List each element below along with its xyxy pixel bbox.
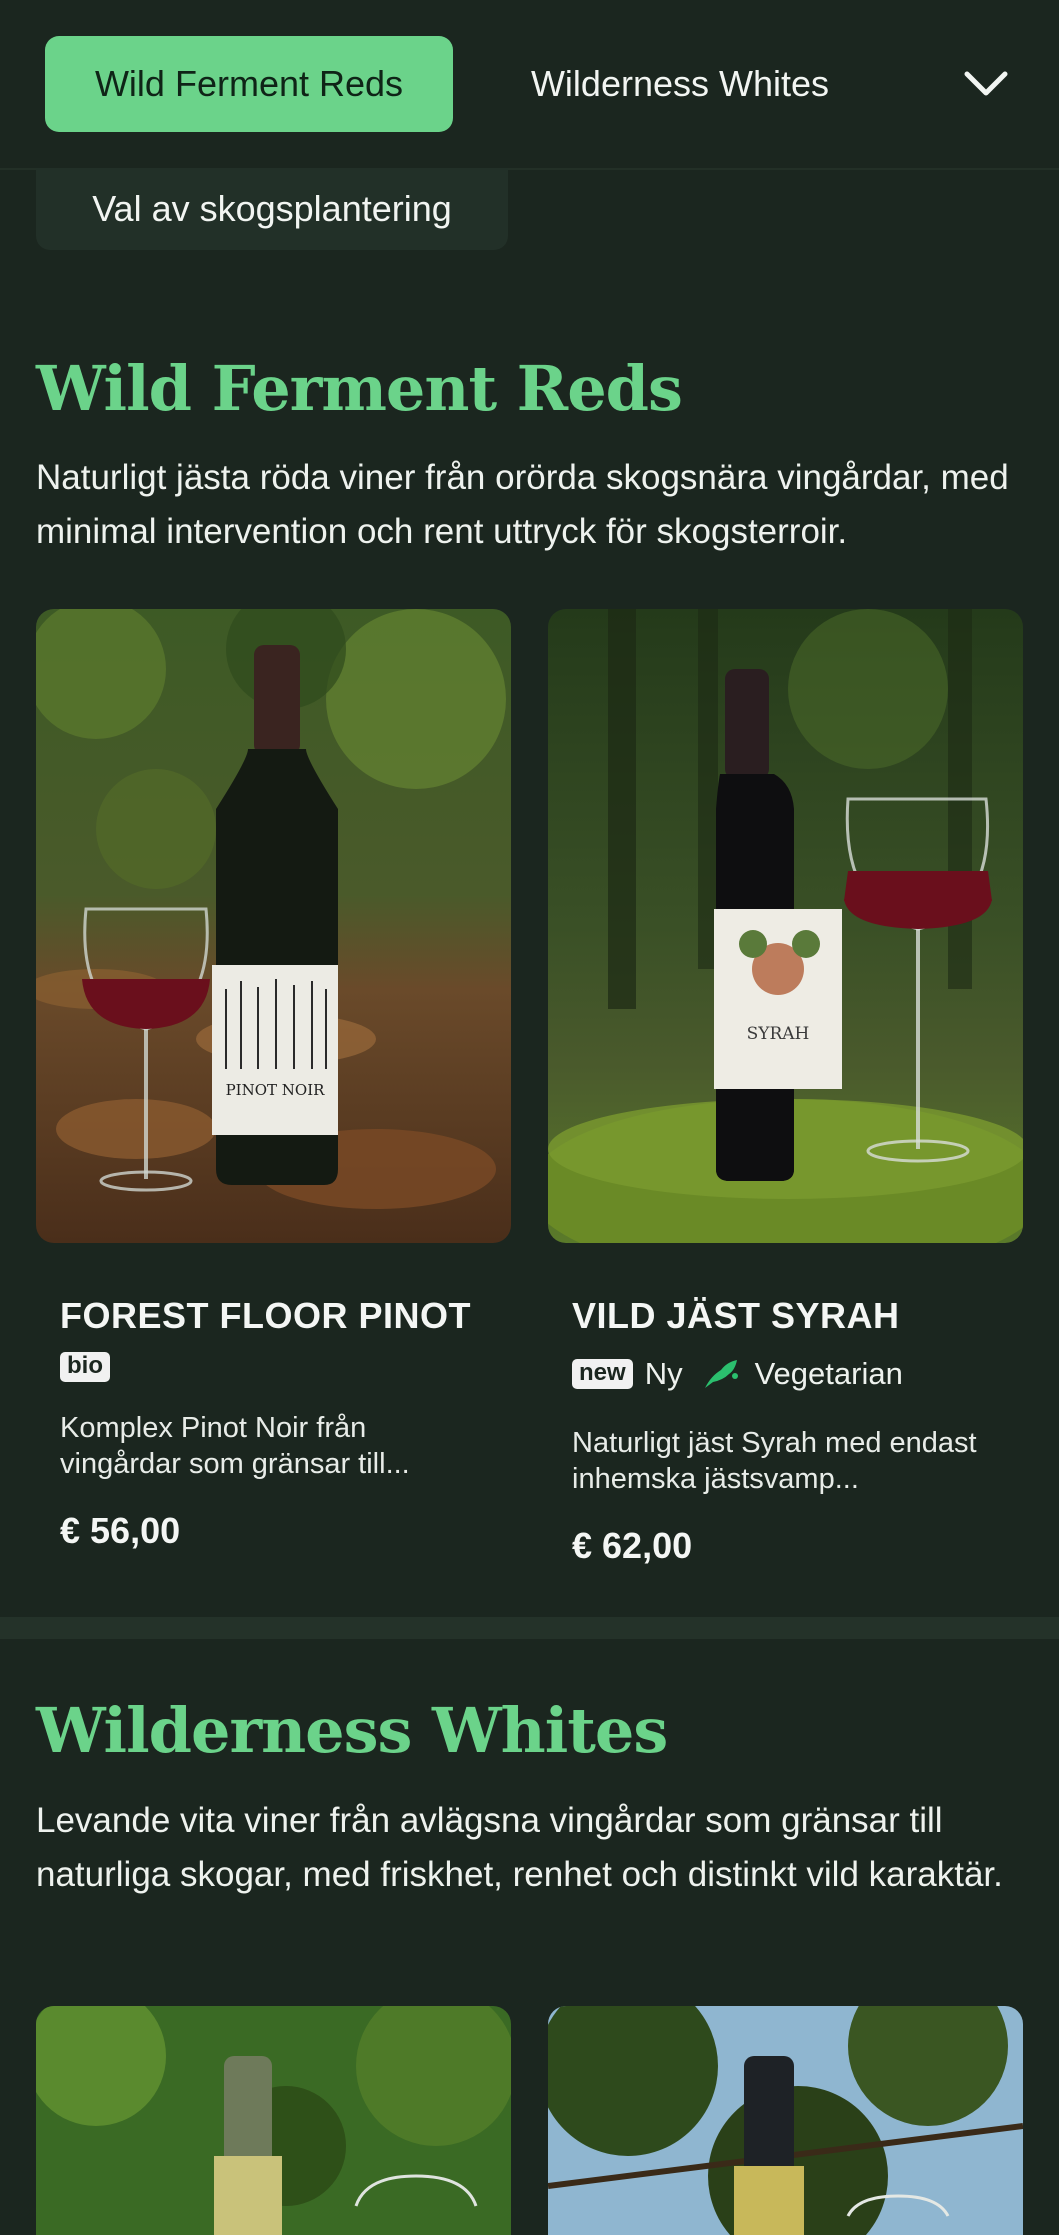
category-nav: Wild Ferment Reds Wilderness Whites [0, 0, 1059, 170]
product-name[interactable]: FOREST FLOOR PINOT [60, 1295, 471, 1337]
bio-badge: bio [60, 1352, 110, 1382]
product-tags: bio [60, 1352, 110, 1382]
tab-wilderness-whites[interactable]: Wilderness Whites [490, 36, 870, 132]
new-badge: new [572, 1359, 633, 1389]
bottle-label-text: SYRAH [747, 1024, 810, 1044]
product-image-white-2[interactable] [548, 2006, 1023, 2235]
product-image-white-1[interactable] [36, 2006, 511, 2235]
section-divider [0, 1617, 1059, 1639]
product-tags: new Ny Vegetarian [572, 1356, 903, 1392]
product-name[interactable]: VILD JÄST SYRAH [572, 1295, 900, 1337]
vegetarian-icon [701, 1356, 743, 1392]
chevron-down-icon[interactable] [958, 60, 1014, 108]
product-price: € 56,00 [60, 1510, 181, 1551]
bottle-label-text: PINOT NOIR [226, 1081, 326, 1099]
product-description: Naturligt jäst Syrah med endast inhemska… [572, 1427, 977, 1495]
section-description-whites: Levande vita viner från avlägsna vingård… [36, 1801, 1003, 1894]
section-title-whites: Wilderness Whites [36, 1694, 668, 1767]
tag-ny: Ny [644, 1356, 683, 1391]
tab-wild-ferment-reds[interactable]: Wild Ferment Reds [45, 36, 453, 132]
section-title-reds: Wild Ferment Reds [36, 352, 683, 425]
product-image-vild-jast-syrah[interactable]: SYRAH [548, 609, 1023, 1243]
tag-vegetarian: Vegetarian [754, 1356, 903, 1391]
tab-skogsplantering[interactable]: Val av skogsplantering [36, 168, 508, 250]
product-image-forest-floor-pinot[interactable]: PINOT NOIR [36, 609, 511, 1243]
product-description: Komplex Pinot Noir från vingårdar som gr… [60, 1412, 410, 1480]
section-description-reds: Naturligt jästa röda viner från orörda s… [36, 458, 1009, 551]
product-price: € 62,00 [572, 1525, 693, 1566]
